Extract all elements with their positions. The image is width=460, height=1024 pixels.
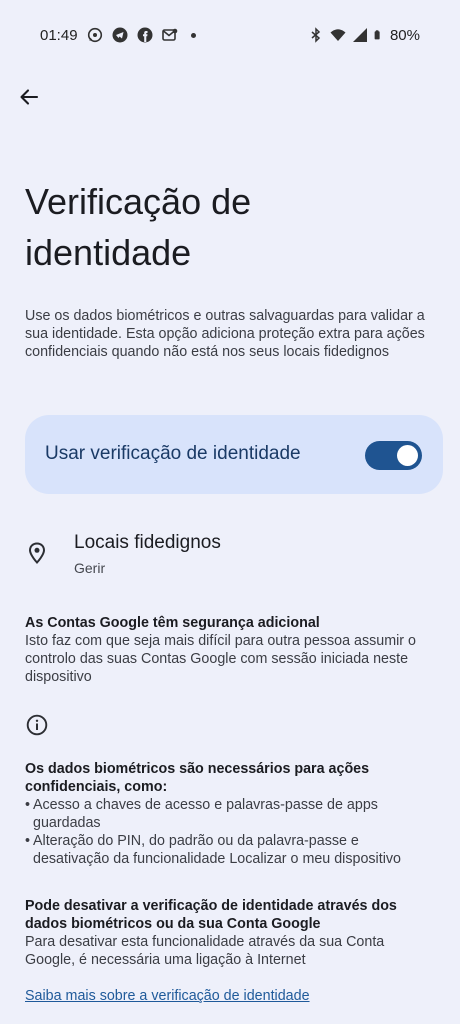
identity-check-switch[interactable] <box>365 441 422 470</box>
more-notifications-dot <box>190 32 196 38</box>
bullet-item: • Acesso a chaves de acesso e palavras-p… <box>25 796 430 832</box>
status-time: 01:49 <box>40 26 78 44</box>
bluetooth-icon <box>311 27 321 43</box>
status-bar: 01:49 80% <box>0 0 460 68</box>
back-button[interactable] <box>14 82 44 112</box>
arrow-back-icon <box>20 89 39 105</box>
trusted-places-item[interactable]: Locais fidedignos Gerir <box>0 522 460 584</box>
accounts-security-heading: As Contas Google têm segurança adicional <box>25 615 320 631</box>
whatsapp-icon <box>87 27 102 43</box>
disable-info-section: Pode desativar a verificação de identida… <box>25 897 430 969</box>
learn-more-link[interactable]: Saiba mais sobre a verificação de identi… <box>25 988 310 1004</box>
status-left: 01:49 <box>40 25 196 45</box>
telegram-icon <box>112 27 128 43</box>
info-icon <box>26 714 48 736</box>
location-pin-icon <box>28 542 46 564</box>
trusted-places-title: Locais fidedignos <box>74 532 221 553</box>
biometric-requirements-section: Os dados biométricos são necessários par… <box>25 760 430 868</box>
wifi-icon <box>330 29 346 41</box>
trusted-places-subtitle: Gerir <box>74 560 106 576</box>
disable-heading: Pode desativar a verificação de identida… <box>25 898 397 932</box>
status-right: 80% <box>308 25 420 45</box>
disable-body: Para desativar esta funcionalidade atrav… <box>25 934 385 968</box>
page-title: Verificação de identidade <box>25 181 252 273</box>
toggle-label: Usar verificação de identidade <box>45 443 301 464</box>
accounts-security-body: Isto faz com que seja mais difícil para … <box>25 633 416 685</box>
facebook-icon <box>137 27 153 43</box>
signal-icon <box>352 28 367 42</box>
bullet-text: Alteração do PIN, do padrão ou da palavr… <box>33 833 401 867</box>
battery-percent: 80% <box>389 26 420 44</box>
biometric-heading: Os dados biométricos são necessários par… <box>25 761 370 795</box>
identity-check-toggle-card[interactable]: Usar verificação de identidade <box>25 415 443 494</box>
page-description: Use os dados biométricos e outras salvag… <box>25 308 425 360</box>
message-icon <box>161 28 177 41</box>
accounts-security-section: As Contas Google têm segurança adicional… <box>25 614 430 686</box>
battery-icon <box>374 30 380 40</box>
switch-thumb <box>397 445 418 466</box>
bullet-item: • Alteração do PIN, do padrão ou da pala… <box>25 832 430 868</box>
bullet-text: Acesso a chaves de acesso e palavras-pas… <box>33 797 378 831</box>
